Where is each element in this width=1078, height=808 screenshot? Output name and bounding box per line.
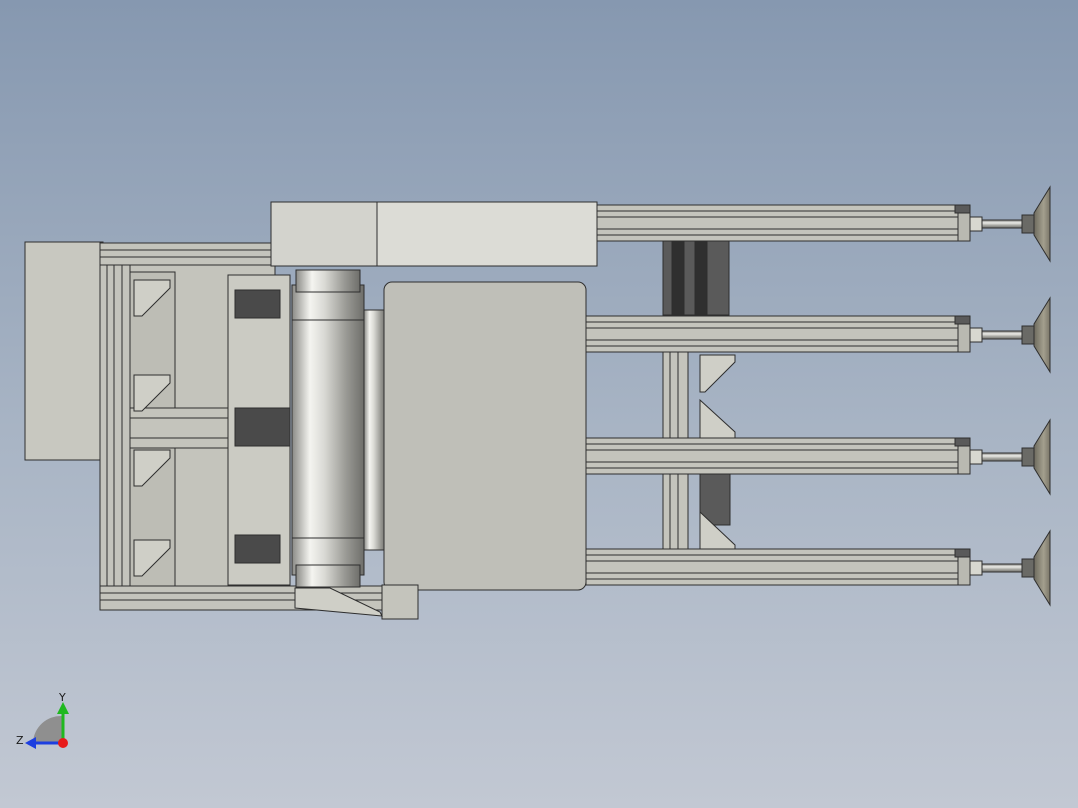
bottom-bracket [381, 584, 419, 620]
end-plate [24, 241, 104, 461]
suction-cup-icon [1033, 418, 1051, 496]
triad-arc-icon [33, 715, 62, 742]
cad-model-view[interactable]: Y Z [0, 0, 1078, 808]
frame-left-post [99, 264, 131, 587]
corner-bracket [699, 398, 736, 441]
clamp-block-bottom [234, 534, 281, 564]
rod-coupler [969, 327, 983, 343]
roller-end-cap-bottom [295, 564, 361, 588]
rail-end-block [954, 437, 971, 447]
top-housing-left [270, 201, 378, 267]
roller-end-cap-top [295, 269, 361, 293]
rod-coupler [969, 216, 983, 232]
suction-rod [981, 563, 1027, 573]
clamp-block-top [234, 289, 281, 319]
linear-rail [596, 204, 959, 242]
linear-rail [585, 315, 959, 353]
suction-rod [981, 452, 1027, 462]
suction-nut [1021, 447, 1035, 467]
frame-mid-rail [129, 407, 231, 449]
suction-nut [1021, 558, 1035, 578]
rod-coupler [969, 560, 983, 576]
suction-nut [1021, 214, 1035, 234]
rod-coupler [969, 449, 983, 465]
suction-cup-icon [1033, 529, 1051, 607]
rail-end-block [954, 315, 971, 325]
cad-viewport[interactable]: Y Z [0, 0, 1078, 808]
corner-bracket [699, 354, 736, 393]
roller-cylinder [291, 284, 365, 576]
triad-x-origin-icon [58, 738, 68, 748]
cover-plate [383, 281, 587, 591]
rail-end-block [954, 548, 971, 558]
triad-y-label: Y [58, 691, 66, 704]
suction-cup-icon [1033, 185, 1051, 263]
clamp-block-mid [234, 407, 291, 447]
linear-rail [585, 548, 959, 586]
triad-z-arrow-icon [25, 737, 36, 749]
suction-cup-icon [1033, 296, 1051, 374]
suction-rod [981, 219, 1027, 229]
orientation-triad: Y Z [16, 691, 69, 749]
linear-rail [585, 437, 959, 475]
top-housing-right [376, 201, 598, 267]
secondary-roller [363, 309, 387, 551]
suction-rod [981, 330, 1027, 340]
triad-z-label: Z [16, 734, 24, 747]
suction-nut [1021, 325, 1035, 345]
frame-top-rail [99, 242, 276, 266]
rail-end-block [954, 204, 971, 214]
